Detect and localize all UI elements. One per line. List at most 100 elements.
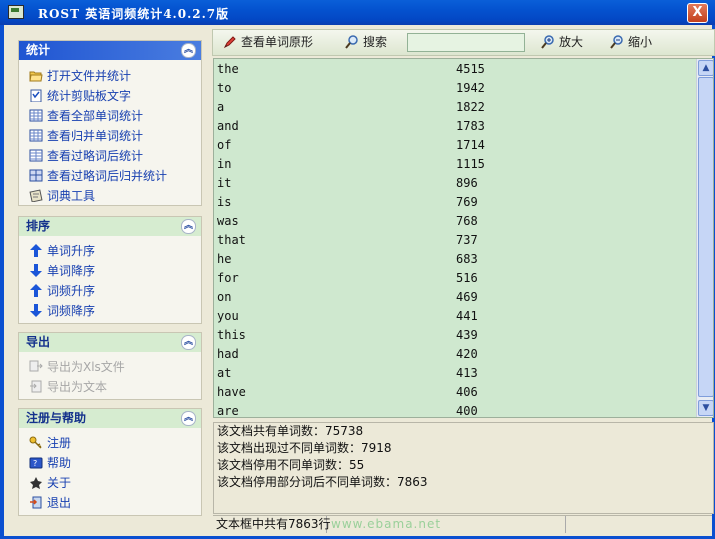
list-item[interactable]: this 439 [214,326,713,345]
app-icon [8,5,24,19]
menu-word-asc[interactable]: 单词升序 [19,241,201,261]
word-cell: of [217,138,232,152]
count-cell: 516 [456,271,478,285]
search-icon [345,35,359,49]
list-item[interactable]: for 516 [214,269,713,288]
count-cell: 1822 [456,100,485,114]
count-cell: 768 [456,214,478,228]
search-input[interactable] [407,33,525,52]
toolbar-label: 放大 [559,35,584,49]
list-item[interactable]: of 1714 [214,136,713,155]
group-export: 导出 ︽ 导出为Xls文件 导出为文本 [18,332,202,400]
collapse-icon[interactable]: ︽ [181,335,196,350]
list-item[interactable]: have 406 [214,383,713,402]
list-item[interactable]: it 896 [214,174,713,193]
dictionary-icon [29,188,43,203]
list-item[interactable]: at 413 [214,364,713,383]
zoom-in-button[interactable]: 放大 [541,34,583,51]
collapse-icon[interactable]: ︽ [181,43,196,58]
scroll-down-button[interactable]: ▼ [698,400,713,416]
menu-label: 帮助 [47,456,72,470]
list-item[interactable]: was 768 [214,212,713,231]
search-button[interactable]: 搜索 [345,34,387,51]
menu-export-text[interactable]: 导出为文本 [19,377,201,397]
menu-clipboard[interactable]: 统计剪贴板文字 [19,86,201,106]
scroll-up-button[interactable]: ▲ [698,60,713,76]
count-cell: 441 [456,309,478,323]
menu-label: 注册 [47,436,72,450]
status-line-count: 文本框中共有7863行 [213,516,331,533]
group-header[interactable]: 导出 ︽ [19,333,201,352]
group-header[interactable]: 统计 ︽ [19,41,201,60]
list-item[interactable]: he 683 [214,250,713,269]
menu-filtered-merged-stats[interactable]: 查看过略词后归并统计 [19,166,201,186]
list-item[interactable]: and 1783 [214,117,713,136]
toolbar-label: 查看单词原形 [241,35,314,49]
scroll-thumb[interactable] [698,77,713,397]
list-item[interactable]: the 4515 [214,60,713,79]
group-header[interactable]: 排序 ︽ [19,217,201,236]
menu-label: 导出为Xls文件 [47,360,125,374]
zoom-out-button[interactable]: 缩小 [610,34,652,51]
watermark: www.ebama.net [331,517,442,531]
menu-export-xls[interactable]: 导出为Xls文件 [19,357,201,377]
word-cell: is [217,195,232,209]
menu-merged-words[interactable]: 查看归并单词统计 [19,126,201,146]
menu-freq-asc[interactable]: 词频升序 [19,281,201,301]
word-frequency-list[interactable]: the 4515 to 1942 a 1822 and 1783 of 1714 in 1115 it 8… [213,58,714,418]
menu-label: 词频降序 [47,304,96,318]
count-cell: 769 [456,195,478,209]
table-icon [29,108,43,122]
menu-all-words[interactable]: 查看全部单词统计 [19,106,201,126]
group-header[interactable]: 注册与帮助 ︽ [19,409,201,428]
menu-exit[interactable]: 退出 [19,493,201,513]
count-cell: 413 [456,366,478,380]
word-cell: a [217,100,225,114]
menu-about[interactable]: 关于 [19,473,201,493]
svg-text:?: ? [33,459,37,468]
list-item[interactable]: a 1822 [214,98,713,117]
menu-register[interactable]: 注册 [19,433,201,453]
export-xls-icon [29,359,43,372]
group-register-help: 注册与帮助 ︽ 注册 ? 帮助 关于 退出 [18,408,202,516]
word-cell: you [217,309,239,323]
count-cell: 400 [456,404,478,418]
list-item[interactable]: on 469 [214,288,713,307]
toolbar-label: 缩小 [628,35,653,49]
list-item[interactable]: to 1942 [214,79,713,98]
collapse-icon[interactable]: ︽ [181,411,196,426]
menu-label: 词典工具 [47,189,96,203]
title-bar: ROST 英语词频统计4.0.2.7版 X [0,0,715,25]
menu-label: 查看过略词后统计 [47,149,144,163]
menu-label: 导出为文本 [47,380,108,394]
list-item[interactable]: you 441 [214,307,713,326]
word-cell: he [217,252,232,266]
menu-label: 退出 [47,496,72,510]
list-item[interactable]: is 769 [214,193,713,212]
vertical-scrollbar[interactable]: ▲ ▼ [696,59,713,417]
menu-filtered-stats[interactable]: 查看过略词后统计 [19,146,201,166]
list-item[interactable]: are 400 [214,402,713,418]
list-item[interactable]: in 1115 [214,155,713,174]
exit-door-icon [29,495,43,509]
menu-help[interactable]: ? 帮助 [19,453,201,473]
table-icon [29,168,43,182]
list-item[interactable]: that 737 [214,231,713,250]
group-title: 注册与帮助 [26,411,87,425]
key-icon [29,435,43,449]
collapse-icon[interactable]: ︽ [181,219,196,234]
arrow-down-icon [29,263,43,277]
table-icon [29,128,43,142]
menu-label: 查看全部单词统计 [47,109,144,123]
list-item[interactable]: had 420 [214,345,713,364]
menu-freq-desc[interactable]: 词频降序 [19,301,201,321]
view-original-button[interactable]: 查看单词原形 [223,34,313,51]
menu-dictionary-tool[interactable]: 词典工具 [19,186,201,206]
toolbar-label: 搜索 [363,35,388,49]
window-title: ROST 英语词频统计4.0.2.7版 [38,7,230,21]
close-button[interactable]: X [687,3,708,23]
menu-word-desc[interactable]: 单词降序 [19,261,201,281]
count-cell: 469 [456,290,478,304]
document-stats-panel: 该文档共有单词数：75738 该文档出现过不同单词数：7918 该文档停用不同单… [213,422,714,514]
menu-open-file[interactable]: 打开文件并统计 [19,66,201,86]
